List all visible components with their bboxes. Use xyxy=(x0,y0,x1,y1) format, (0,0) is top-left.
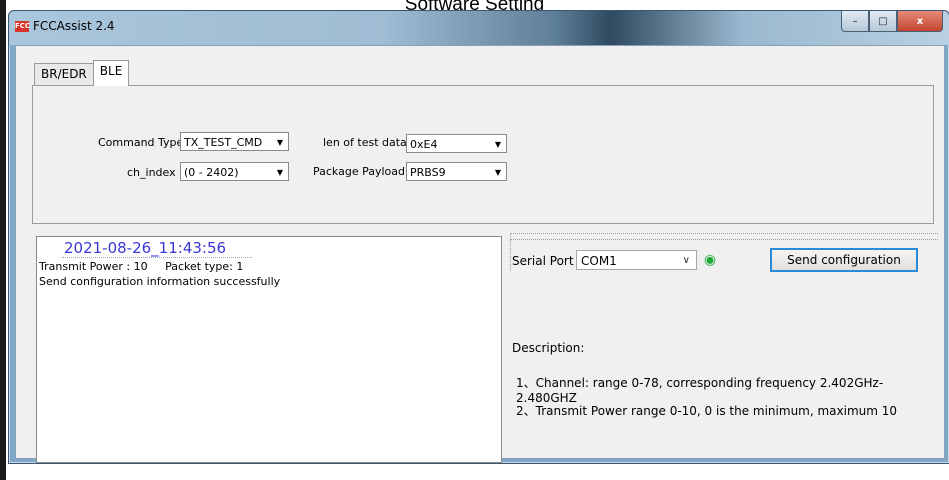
ch-index-value: (0 - 2402) xyxy=(184,166,239,179)
description-item-channel: 1、Channel: range 0-78, corresponding fre… xyxy=(516,376,884,405)
maximize-button[interactable]: □ xyxy=(869,11,897,32)
signal-icon: ◉ xyxy=(703,252,717,268)
tab-br-edr[interactable]: BR/EDR xyxy=(34,63,94,86)
group-separator xyxy=(510,233,938,240)
chevron-down-icon: ▼ xyxy=(276,168,283,177)
title-bar[interactable]: FCC FCCAssist 2.4 – □ x xyxy=(9,11,949,45)
app-window: FCC FCCAssist 2.4 – □ x BR/EDR BLE Comma… xyxy=(8,10,949,464)
description-item-transmit-power: 2、Transmit Power range 0-10, 0 is the mi… xyxy=(516,404,898,418)
tab-strip: BR/EDR BLE xyxy=(34,60,130,86)
serial-port-select[interactable]: COM1 ∨ xyxy=(576,250,697,270)
len-of-test-data-value: 0xE4 xyxy=(410,138,438,151)
tab-ble[interactable]: BLE xyxy=(92,60,130,86)
command-type-value: TX_TEST_CMD xyxy=(184,136,263,149)
len-of-test-data-label: len of test data xyxy=(323,136,407,149)
chevron-down-icon: ▼ xyxy=(494,140,501,149)
background-edge xyxy=(0,0,6,480)
chevron-down-icon: ▼ xyxy=(276,138,283,147)
package-payload-value: PRBS9 xyxy=(410,166,446,179)
package-payload-select[interactable]: PRBS9 ▼ xyxy=(406,162,507,181)
close-button[interactable]: x xyxy=(897,11,943,32)
group-separator-left xyxy=(510,233,511,271)
command-type-select[interactable]: TX_TEST_CMD ▼ xyxy=(180,132,289,151)
window-title: FCCAssist 2.4 xyxy=(33,19,115,33)
log-timestamp-underline xyxy=(62,257,252,258)
log-line-status: Send configuration information successfu… xyxy=(39,275,281,288)
send-configuration-button[interactable]: Send configuration xyxy=(770,248,918,272)
command-type-label: Command Type xyxy=(98,136,184,149)
window-controls: – □ x xyxy=(841,11,943,33)
len-of-test-data-select[interactable]: 0xE4 ▼ xyxy=(406,134,507,153)
app-logo-icon: FCC xyxy=(15,21,31,32)
client-area: BR/EDR BLE Command Type TX_TEST_CMD ▼ ch… xyxy=(15,45,945,463)
description-heading: Description: xyxy=(512,341,585,355)
log-line-transmit-power: Transmit Power : 10 Packet type: 1 xyxy=(39,260,244,273)
chevron-down-icon: ∨ xyxy=(682,255,690,266)
log-timestamp: 2021-08-26_11:43:56 xyxy=(64,239,227,257)
minimize-button[interactable]: – xyxy=(841,11,869,32)
serial-port-label: Serial Port xyxy=(512,254,574,268)
serial-port-value: COM1 xyxy=(581,254,617,268)
chevron-down-icon: ▼ xyxy=(494,168,501,177)
ch-index-label: ch_index xyxy=(127,166,176,179)
ble-settings-panel: Command Type TX_TEST_CMD ▼ ch_index (0 -… xyxy=(32,85,934,224)
package-payload-label: Package Payload xyxy=(313,165,405,178)
log-output[interactable]: 2021-08-26_11:43:56 Transmit Power : 10 … xyxy=(36,236,502,463)
ch-index-select[interactable]: (0 - 2402) ▼ xyxy=(180,162,289,181)
